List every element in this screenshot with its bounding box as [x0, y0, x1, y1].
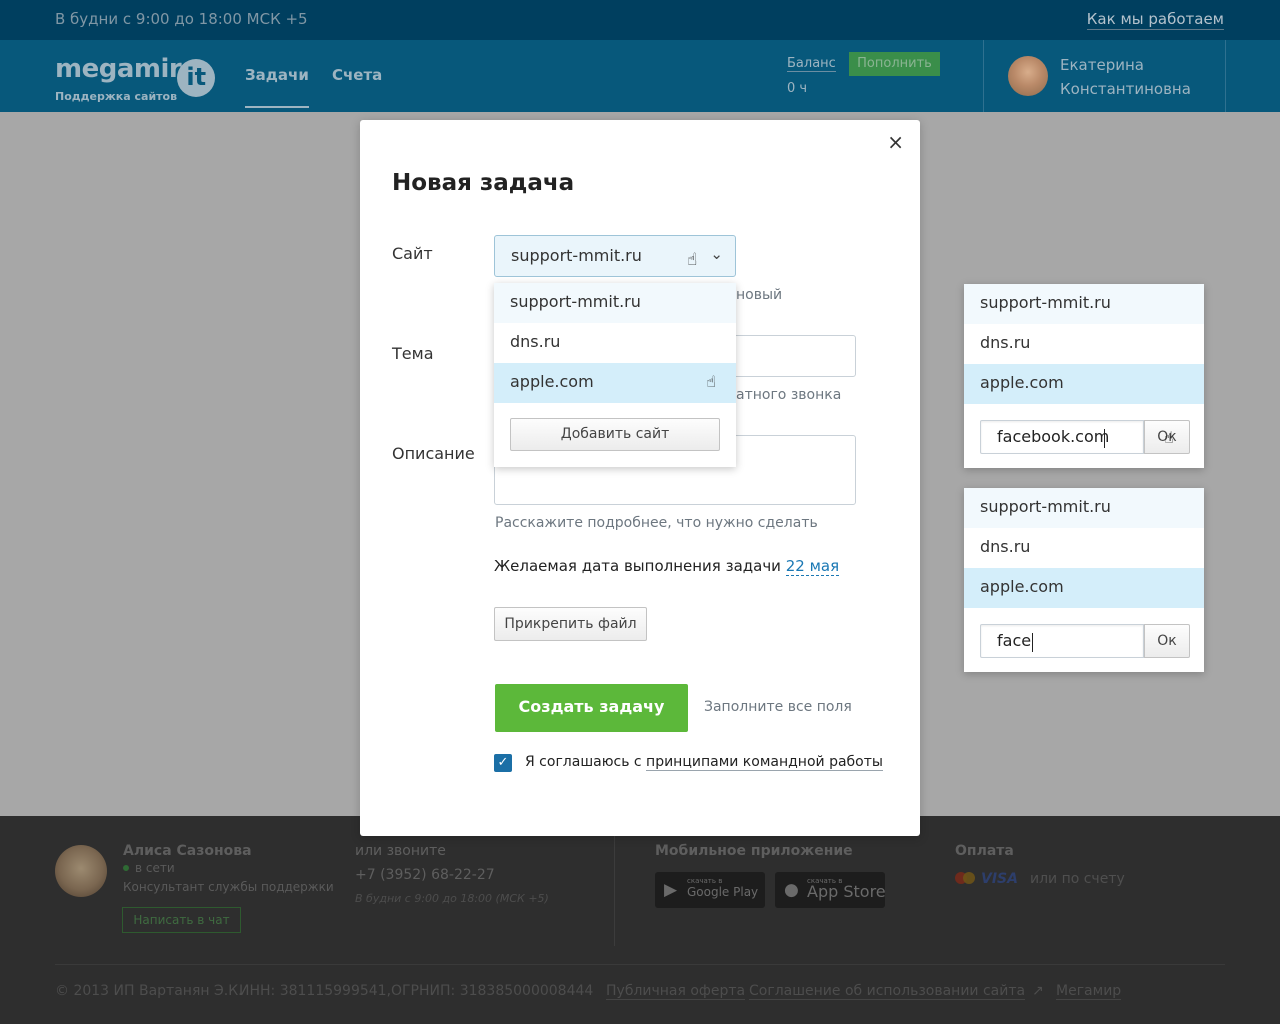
top-info-bar: В будни с 9:00 до 18:00 МСК +5 Как мы ра…	[0, 0, 1280, 40]
site-select[interactable]: support-mmit.ru ⌄	[494, 235, 736, 277]
app-store-button[interactable]: ● скачать в App Store	[775, 872, 886, 908]
agree-checkbox[interactable]: ✓	[494, 754, 512, 772]
balance-value: 0 ч	[787, 81, 808, 96]
header-divider	[983, 40, 984, 112]
hand-cursor-icon: ☝	[687, 250, 698, 270]
text-caret	[1032, 633, 1033, 652]
logo-it-badge: it	[177, 59, 216, 97]
dropdown-item[interactable]: dns.ru	[964, 324, 1204, 364]
user-first-name: Екатерина	[1060, 56, 1144, 74]
google-play-button[interactable]: ▶ скачать в Google Play	[655, 872, 765, 908]
dropdown-item[interactable]: dns.ru	[494, 323, 736, 363]
visa-icon: VISA	[981, 871, 1018, 887]
header-divider	[1225, 40, 1226, 112]
payment-methods: VISA или по счету	[955, 871, 1125, 887]
apple-icon: ●	[784, 880, 799, 900]
add-site-panel-filled: support-mmit.ru dns.ru apple.com faceboo…	[964, 284, 1204, 468]
modal-title: Новая задача	[392, 170, 575, 196]
call-title: или звоните	[355, 843, 446, 859]
footer-divider	[614, 836, 615, 946]
description-helper: Расскажите подробнее, что нужно сделать	[495, 515, 818, 531]
site-label: Сайт	[392, 244, 433, 263]
footer: Алиса Сазонова в сети Консультант службы…	[0, 816, 1280, 1024]
inn: ИНН: 381115999541,	[239, 983, 392, 999]
add-site-panel-typing: support-mmit.ru dns.ru apple.com face Ок	[964, 488, 1204, 672]
phone-number[interactable]: +7 (3952) 68-22-27	[355, 867, 495, 883]
support-agent-avatar	[55, 845, 107, 897]
logo-word: megamir	[55, 54, 182, 84]
agent-role: Консультант службы поддержки	[123, 880, 334, 894]
description-label: Описание	[392, 444, 475, 463]
add-site-button[interactable]: Добавить сайт	[510, 418, 720, 451]
online-dot-icon	[123, 865, 129, 871]
dropdown-item[interactable]: apple.com ☝	[494, 363, 736, 403]
site-helper: новый	[736, 287, 783, 303]
new-task-modal: × Новая задача Сайт support-mmit.ru ⌄ ☝ …	[360, 120, 920, 836]
dropdown-item[interactable]: support-mmit.ru	[964, 488, 1204, 528]
terms-link[interactable]: Соглашение об использовании сайта	[749, 983, 1026, 1000]
avatar[interactable]	[1008, 56, 1048, 96]
create-task-button[interactable]: Создать задачу	[495, 684, 688, 732]
dropdown-item[interactable]: apple.com	[964, 364, 1204, 404]
payment-title: Оплата	[955, 843, 1014, 859]
hand-cursor-icon: ☝	[706, 372, 716, 391]
new-site-input[interactable]: face	[980, 624, 1144, 658]
logo[interactable]: megamir it Поддержка сайтов	[55, 54, 216, 103]
teamwork-principles-link[interactable]: принципами командной работы	[646, 754, 883, 771]
google-play-icon: ▶	[664, 880, 678, 900]
footer-divider	[55, 964, 1225, 965]
how-we-work-link[interactable]: Как мы работаем	[1086, 10, 1224, 30]
dropdown-item[interactable]: apple.com	[964, 568, 1204, 608]
mobile-app-title: Мобильное приложение	[655, 843, 853, 859]
megamir-link[interactable]: Мегамир	[1056, 983, 1122, 1000]
write-to-chat-button[interactable]: Написать в чат	[122, 907, 241, 933]
external-link-icon: ↗	[1032, 983, 1044, 999]
ogrnip: ОГРНИП: 318385000008444	[391, 983, 594, 999]
agree-label: Я соглашаюсь с принципами командной рабо…	[525, 754, 883, 771]
top-up-button[interactable]: Пополнить	[849, 52, 940, 76]
user-name[interactable]: Екатерина Константиновна	[1060, 53, 1191, 101]
support-agent-name: Алиса Сазонова	[123, 843, 252, 859]
working-hours: В будни с 9:00 до 18:00 МСК +5	[55, 10, 308, 28]
user-last-name: Константиновна	[1060, 80, 1191, 98]
topic-helper: атного звонка	[736, 387, 842, 403]
balance-link[interactable]: Баланс	[787, 56, 836, 72]
dropdown-item[interactable]: dns.ru	[964, 528, 1204, 568]
add-site-row: face Ок	[980, 624, 1190, 658]
agent-online-status: в сети	[123, 861, 175, 875]
site-select-value: support-mmit.ru	[511, 246, 642, 265]
close-icon[interactable]: ×	[887, 130, 904, 154]
ok-button[interactable]: Ок	[1144, 624, 1190, 658]
dropdown-item[interactable]: support-mmit.ru	[964, 284, 1204, 324]
add-site-row: facebook.com Ок ☝	[980, 420, 1190, 454]
chevron-down-icon: ⌄	[710, 245, 723, 263]
attach-file-button[interactable]: Прикрепить файл	[494, 607, 647, 641]
copyright: © 2013 ИП Вартанян Э.К.	[55, 983, 243, 999]
mastercard-icon	[955, 872, 975, 884]
logo-subtitle: Поддержка сайтов	[55, 90, 178, 103]
public-offer-link[interactable]: Публичная оферта	[606, 983, 746, 1000]
call-hours: В будни с 9:00 до 18:00 (МСК +5)	[355, 892, 549, 905]
text-caret	[1104, 429, 1105, 448]
main-header: megamir it Поддержка сайтов Задачи Счета …	[0, 40, 1280, 112]
tab-invoices[interactable]: Счета	[332, 66, 382, 84]
due-date-label: Желаемая дата выполнения задачи	[494, 557, 781, 575]
due-date-line: Желаемая дата выполнения задачи 22 мая	[494, 557, 840, 576]
fill-all-fields-hint: Заполните все поля	[704, 699, 852, 715]
dropdown-item[interactable]: support-mmit.ru	[494, 283, 736, 323]
hand-cursor-icon: ☝	[1164, 428, 1174, 447]
site-dropdown: support-mmit.ru dns.ru apple.com ☝ Добави…	[494, 283, 736, 467]
topic-label: Тема	[392, 344, 434, 363]
new-site-input[interactable]: facebook.com	[980, 420, 1144, 454]
due-date-link[interactable]: 22 мая	[785, 557, 840, 576]
tab-tasks[interactable]: Задачи	[245, 66, 309, 108]
